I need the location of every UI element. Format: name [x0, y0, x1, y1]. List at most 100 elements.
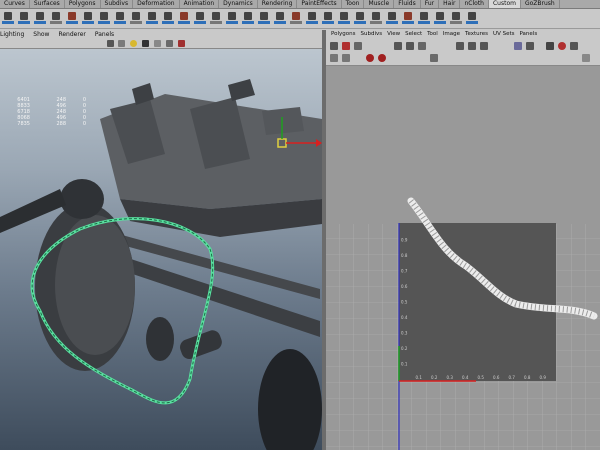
viewport-menu-panels[interactable]: Panels [95, 30, 114, 39]
uv-v-tick-label: 0.2 [401, 346, 408, 351]
shelf-tab-painteffects[interactable]: PaintEffects [297, 0, 342, 8]
uv-texture-editor[interactable]: 0.1 0.1 0.2 0.2 0.3 0.3 0.4 0.4 0.5 0.5 0.6 0.6 0.7 0… [326, 66, 600, 450]
grid-icon[interactable] [118, 40, 125, 47]
filter-icon[interactable] [570, 42, 578, 50]
brush-icon[interactable] [18, 11, 30, 26]
hud-row: 7835 288 0 [4, 121, 94, 127]
brush-icon[interactable] [386, 11, 398, 26]
uv-menu-textures[interactable]: Textures [465, 30, 488, 39]
uv-editor-menu-bar: Polygons Subdivs View Select Tool Image Textur… [326, 30, 600, 39]
brush-icon[interactable] [354, 11, 366, 26]
shelf-tab-toon[interactable]: Toon [342, 0, 365, 8]
flip-icon[interactable] [342, 54, 350, 62]
uv-v-tick-label: 0.8 [401, 253, 408, 258]
shelf-tab-custom[interactable]: Custom [488, 0, 521, 8]
brush-icon[interactable] [82, 11, 94, 26]
shelf-tab-fluids[interactable]: Fluids [394, 0, 421, 8]
brush-icon[interactable] [274, 11, 286, 26]
brush-icon[interactable] [370, 11, 382, 26]
snap-icon[interactable] [480, 42, 488, 50]
brush-icon[interactable] [162, 11, 174, 26]
brush-icon[interactable] [210, 11, 222, 26]
dim-image-icon[interactable] [546, 42, 554, 50]
light-icon[interactable] [130, 40, 137, 47]
shelf-tab-deformation[interactable]: Deformation [133, 0, 180, 8]
shaded-uv-icon[interactable] [514, 42, 522, 50]
brush-icon[interactable] [322, 11, 334, 26]
grid-icon[interactable] [468, 42, 476, 50]
shelf-tab-surfaces[interactable]: Surfaces [30, 0, 65, 8]
shelf-tab-muscle[interactable]: Muscle [364, 0, 395, 8]
viewport-menu-lighting[interactable]: Lighting [0, 30, 24, 39]
uv-menu-panels[interactable]: Panels [519, 30, 537, 39]
uv-u-tick-label: 0.1 [416, 375, 423, 380]
brush-icon[interactable] [34, 11, 46, 26]
rotate-uv-icon[interactable] [354, 42, 362, 50]
wireframe-icon[interactable] [154, 40, 161, 47]
brush-icon[interactable] [258, 11, 270, 26]
brush-icon[interactable] [450, 11, 462, 26]
shelf-tab-ncloth[interactable]: nCloth [460, 0, 489, 8]
uv-menu-tool[interactable]: Tool [427, 30, 438, 39]
align-icon[interactable] [456, 42, 464, 50]
brush-icon[interactable] [114, 11, 126, 26]
camera-icon[interactable] [107, 40, 114, 47]
perspective-viewport[interactable]: 6401 248 0 8833 496 0 6718 248 0 8068 496 0 7835 288 0 [0, 49, 322, 450]
select-icon[interactable] [330, 42, 338, 50]
viewport-menu-show[interactable]: Show [33, 30, 49, 39]
brush-icon[interactable] [194, 11, 206, 26]
uv-v-tick-label: 0.1 [401, 362, 408, 367]
unfold-icon[interactable] [418, 42, 426, 50]
isolate-icon[interactable] [178, 40, 185, 47]
viewport-menu-renderer[interactable]: Renderer [58, 30, 85, 39]
move-uv-icon[interactable] [342, 42, 350, 50]
brush-icon[interactable] [50, 11, 62, 26]
brush-icon[interactable] [434, 11, 446, 26]
brush-icon[interactable] [418, 11, 430, 26]
brush-icon[interactable] [306, 11, 318, 26]
uv-menu-polygons[interactable]: Polygons [331, 30, 355, 39]
uv-menu-image[interactable]: Image [443, 30, 460, 39]
sew-uv-icon[interactable] [406, 42, 414, 50]
viewport-menu-bar: Lighting Show Renderer Panels [0, 30, 322, 39]
brush-icon[interactable] [402, 11, 414, 26]
checker-icon[interactable] [526, 42, 534, 50]
brush-icon[interactable] [66, 11, 78, 26]
shelf-tab-curves[interactable]: Curves [0, 0, 30, 8]
rotate-icon[interactable] [366, 54, 374, 62]
display-image-icon[interactable] [558, 42, 566, 50]
brush-icon[interactable] [98, 11, 110, 26]
brush-icon[interactable] [338, 11, 350, 26]
shelf-tab-dynamics[interactable]: Dynamics [219, 0, 258, 8]
rotate-icon[interactable] [378, 54, 386, 62]
brush-icon[interactable] [466, 11, 478, 26]
texture-icon[interactable] [166, 40, 173, 47]
shading-icon[interactable] [142, 40, 149, 47]
shelf-tab-rendering[interactable]: Rendering [258, 0, 298, 8]
brush-icon[interactable] [226, 11, 238, 26]
gamma-icon[interactable] [582, 54, 590, 62]
brush-icon[interactable] [2, 11, 14, 26]
brush-icon[interactable] [290, 11, 302, 26]
brush-icon[interactable] [130, 11, 142, 26]
uv-v-tick-label: 0.6 [401, 284, 408, 289]
brush-icon[interactable] [178, 11, 190, 26]
shelf-tab-gozbrush[interactable]: GoZBrush [521, 0, 560, 8]
shelf-tab-hair[interactable]: Hair [439, 0, 461, 8]
shelf-tab-animation[interactable]: Animation [180, 0, 220, 8]
cut-uv-icon[interactable] [394, 42, 402, 50]
uv-menu-select[interactable]: Select [405, 30, 422, 39]
hud-value: 0 [82, 121, 86, 127]
uv-menu-view[interactable]: View [387, 30, 400, 39]
viewport-toolbar [0, 39, 322, 49]
uv-menu-uv-sets[interactable]: UV Sets [493, 30, 514, 39]
shelf-tab-subdivs[interactable]: Subdivs [101, 0, 134, 8]
brush-icon[interactable] [146, 11, 158, 26]
shelf-tab-polygons[interactable]: Polygons [65, 0, 101, 8]
cylinder-mesh [60, 179, 104, 219]
layout-icon[interactable] [430, 54, 438, 62]
flip-icon[interactable] [330, 54, 338, 62]
shelf-tab-fur[interactable]: Fur [421, 0, 440, 8]
brush-icon[interactable] [242, 11, 254, 26]
uv-menu-subdivs[interactable]: Subdivs [360, 30, 382, 39]
